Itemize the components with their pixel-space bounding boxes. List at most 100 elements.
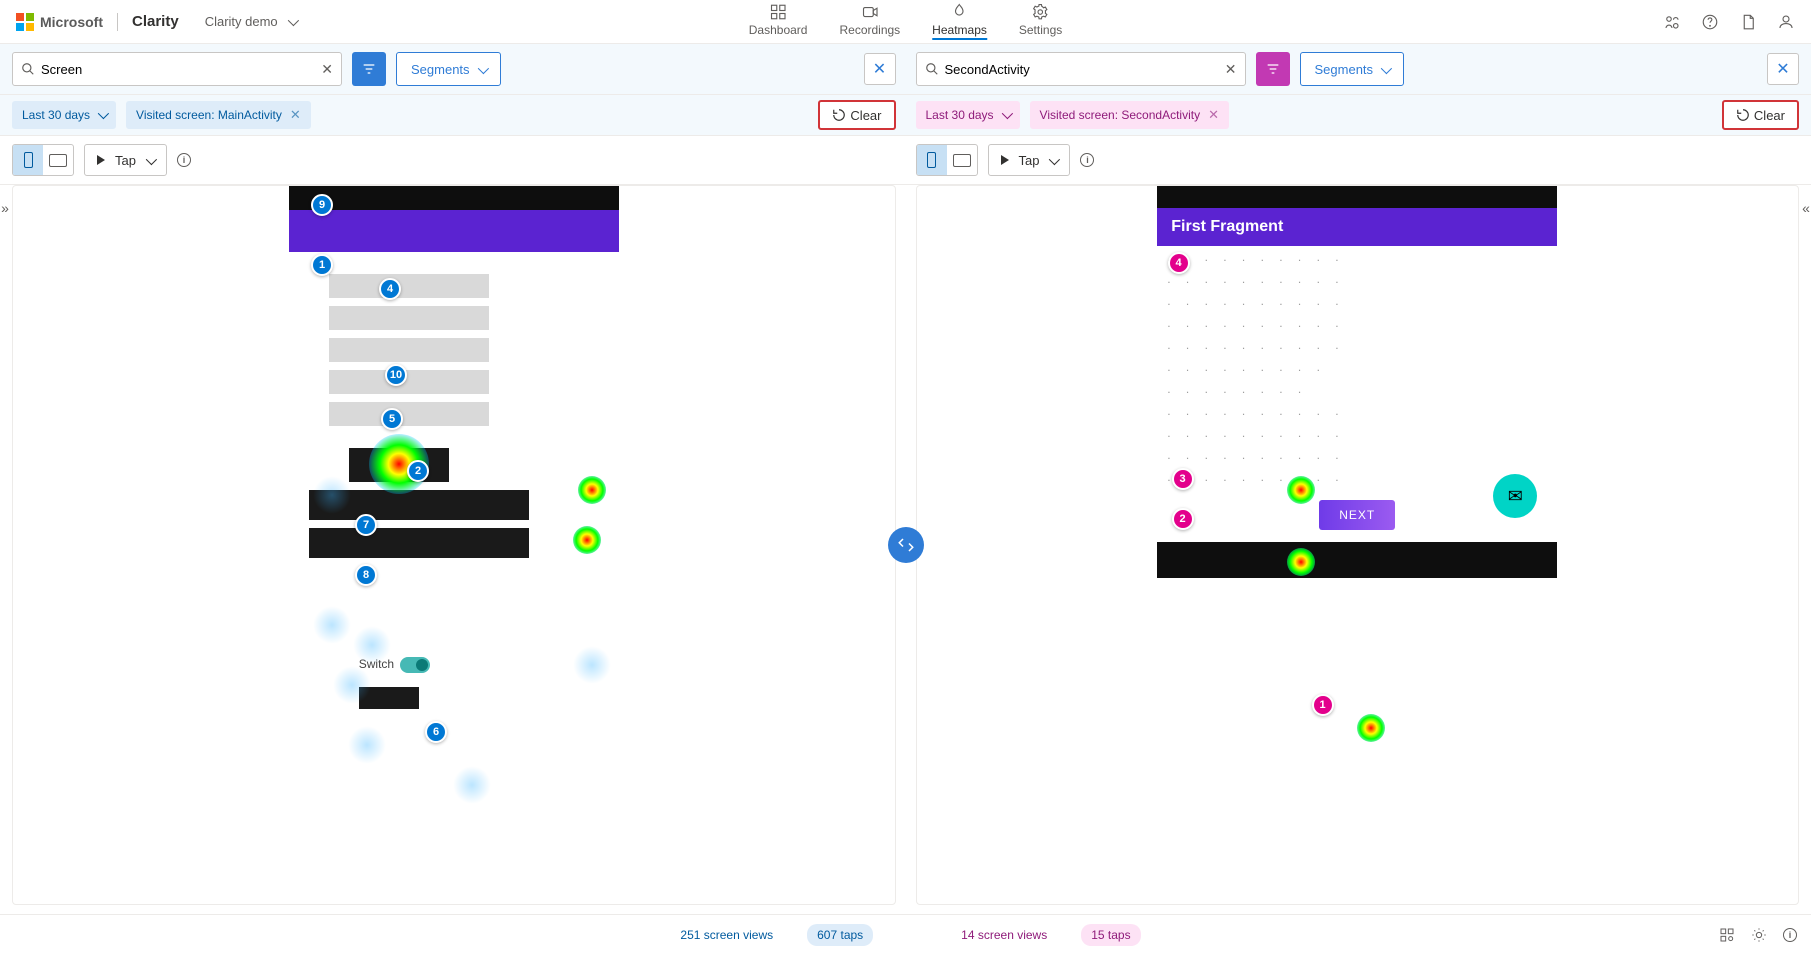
heatmap-pin[interactable]: 7	[355, 514, 377, 536]
chip-date-left[interactable]: Last 30 days	[12, 101, 116, 129]
filter-icon	[1265, 61, 1281, 77]
interaction-type-left[interactable]: Tap	[84, 144, 167, 176]
heatmap-pin[interactable]: 2	[407, 460, 429, 482]
close-pane-right[interactable]: ✕	[1767, 53, 1799, 85]
play-icon	[97, 155, 105, 165]
tap-label-left: Tap	[115, 153, 136, 168]
expand-right-panel[interactable]	[1799, 199, 1811, 217]
heatmap-canvas-left[interactable]: Switch 9 1 4 10 5 2 7 8 6	[12, 185, 896, 905]
nav-heatmaps[interactable]: Heatmaps	[932, 3, 987, 40]
search-field-right[interactable]	[945, 62, 1219, 77]
document-icon[interactable]	[1739, 13, 1757, 31]
nav-heatmaps-label: Heatmaps	[932, 23, 987, 37]
tablet-icon	[49, 154, 67, 167]
heatmap-pin[interactable]: 3	[1172, 468, 1194, 490]
undo-icon	[832, 108, 846, 122]
heatmap-pin[interactable]: 2	[1172, 508, 1194, 530]
heatmaps-icon	[951, 3, 969, 21]
nav-settings-label: Settings	[1019, 23, 1062, 37]
heatmap-pin[interactable]: 5	[381, 408, 403, 430]
chip-screen-right[interactable]: Visited screen: SecondActivity ✕	[1030, 101, 1229, 129]
clear-search-left[interactable]: ✕	[321, 61, 333, 78]
search-field-left[interactable]	[41, 62, 315, 77]
chip-screen-left[interactable]: Visited screen: MainActivity✕	[126, 101, 311, 129]
chevron-down-icon	[1049, 153, 1057, 168]
chevron-down-icon	[1002, 108, 1010, 122]
orientation-toggle-left[interactable]	[12, 144, 74, 176]
chevron-down-icon	[146, 153, 154, 168]
play-icon	[1001, 155, 1009, 165]
expand-left-panel[interactable]	[0, 199, 12, 217]
clear-filters-right[interactable]: Clear	[1722, 100, 1799, 130]
filter-button-left[interactable]	[352, 52, 386, 86]
chip-date-right[interactable]: Last 30 days	[916, 101, 1020, 129]
nav-recordings[interactable]: Recordings	[839, 3, 900, 40]
orientation-toggle-right[interactable]	[916, 144, 978, 176]
phone-icon	[927, 152, 936, 168]
stat-taps-right: 15 taps	[1081, 924, 1140, 946]
next-button: NEXT	[1319, 500, 1395, 530]
nav-recordings-label: Recordings	[839, 23, 900, 37]
clear-search-right[interactable]: ✕	[1225, 61, 1237, 78]
segments-label-right: Segments	[1315, 62, 1374, 77]
mail-fab: ✉	[1493, 474, 1537, 518]
chevron-down-icon	[288, 14, 296, 29]
landscape-toggle-left[interactable]	[43, 145, 73, 175]
close-pane-left[interactable]: ✕	[864, 53, 896, 85]
microsoft-logo-icon	[16, 13, 34, 31]
clear-label-left: Clear	[850, 108, 881, 123]
stat-taps-left: 607 taps	[807, 924, 873, 946]
swap-panes-button[interactable]	[888, 527, 924, 563]
filter-icon	[361, 61, 377, 77]
account-icon[interactable]	[1777, 13, 1795, 31]
heatmap-canvas-right[interactable]: First Fragment . . . . . . . . . . . . .…	[916, 185, 1800, 905]
grid-settings-icon[interactable]	[1719, 927, 1735, 943]
chip-remove-icon[interactable]: ✕	[1208, 107, 1219, 123]
nav-dashboard-label: Dashboard	[749, 23, 808, 37]
info-icon-left[interactable]: i	[177, 153, 191, 167]
chevron-down-icon	[478, 62, 486, 77]
nav-dashboard[interactable]: Dashboard	[749, 3, 808, 40]
tablet-icon	[953, 154, 971, 167]
share-icon[interactable]	[1663, 13, 1681, 31]
heatmap-pin[interactable]: 10	[385, 364, 407, 386]
segments-button-right[interactable]: Segments	[1300, 52, 1405, 86]
brightness-icon[interactable]	[1751, 927, 1767, 943]
help-icon[interactable]	[1701, 13, 1719, 31]
landscape-toggle-right[interactable]	[947, 145, 977, 175]
search-icon	[925, 62, 939, 76]
segments-label-left: Segments	[411, 62, 470, 77]
heatmap-pin[interactable]: 1	[1312, 694, 1334, 716]
search-icon	[21, 62, 35, 76]
settings-icon	[1032, 3, 1050, 21]
info-icon-right[interactable]: i	[1080, 153, 1094, 167]
search-input-left[interactable]: ✕	[12, 52, 342, 86]
heatmap-pin[interactable]: 9	[311, 194, 333, 216]
stat-views-right: 14 screen views	[951, 924, 1057, 946]
clear-filters-left[interactable]: Clear	[818, 100, 895, 130]
nav-settings[interactable]: Settings	[1019, 3, 1062, 40]
divider	[117, 13, 118, 31]
heatmap-pin[interactable]: 4	[1168, 252, 1190, 274]
chip-screen-right-label: Visited screen: SecondActivity	[1040, 108, 1201, 122]
stat-views-left: 251 screen views	[670, 924, 783, 946]
portrait-toggle-left[interactable]	[13, 145, 43, 175]
search-input-right[interactable]: ✕	[916, 52, 1246, 86]
heatmap-pin[interactable]: 8	[355, 564, 377, 586]
chip-remove-icon[interactable]: ✕	[290, 107, 301, 123]
segments-button-left[interactable]: Segments	[396, 52, 501, 86]
heatmap-pin[interactable]: 6	[425, 721, 447, 743]
swap-icon	[897, 536, 915, 554]
interaction-type-right[interactable]: Tap	[988, 144, 1071, 176]
heatmap-pin[interactable]: 1	[311, 254, 333, 276]
heatmap-pin[interactable]: 4	[379, 278, 401, 300]
tap-label-right: Tap	[1019, 153, 1040, 168]
chevron-down-icon	[98, 108, 106, 122]
microsoft-label: Microsoft	[40, 14, 103, 30]
footer-info-icon[interactable]: i	[1783, 928, 1797, 942]
switch-label: Switch	[359, 657, 394, 671]
project-name: Clarity demo	[205, 14, 278, 29]
portrait-toggle-right[interactable]	[917, 145, 947, 175]
filter-button-right[interactable]	[1256, 52, 1290, 86]
project-dropdown[interactable]: Clarity demo	[205, 14, 296, 29]
